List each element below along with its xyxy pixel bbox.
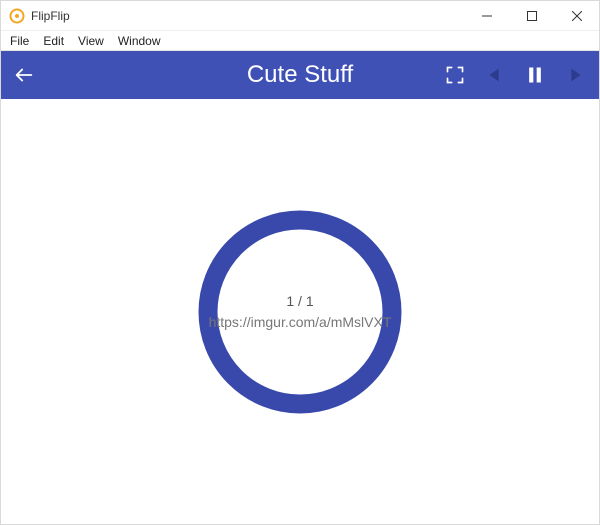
window-controls (464, 1, 599, 30)
pause-button[interactable] (515, 51, 555, 99)
menu-edit[interactable]: Edit (36, 32, 71, 50)
maximize-button[interactable] (509, 1, 554, 30)
next-button[interactable] (555, 51, 595, 99)
header-controls (435, 51, 599, 99)
close-button[interactable] (554, 1, 599, 30)
menubar: File Edit View Window (1, 31, 599, 51)
app-window: FlipFlip File Edit View Window (0, 0, 600, 525)
menu-view[interactable]: View (71, 32, 111, 50)
content-area: 1 / 1 https://imgur.com/a/mMslVXT (1, 99, 599, 524)
loading-text: 1 / 1 https://imgur.com/a/mMslVXT (209, 291, 392, 333)
menu-file[interactable]: File (3, 32, 36, 50)
app-header: Cute Stuff (1, 51, 599, 99)
window-title: FlipFlip (31, 9, 70, 23)
previous-button[interactable] (475, 51, 515, 99)
app-icon (9, 8, 25, 24)
progress-count: 1 / 1 (209, 291, 392, 312)
minimize-button[interactable] (464, 1, 509, 30)
loading-url: https://imgur.com/a/mMslVXT (209, 312, 392, 333)
menu-window[interactable]: Window (111, 32, 168, 50)
fullscreen-button[interactable] (435, 51, 475, 99)
loading-indicator: 1 / 1 https://imgur.com/a/mMslVXT (195, 207, 405, 417)
titlebar: FlipFlip (1, 1, 599, 31)
back-button[interactable] (1, 51, 47, 99)
